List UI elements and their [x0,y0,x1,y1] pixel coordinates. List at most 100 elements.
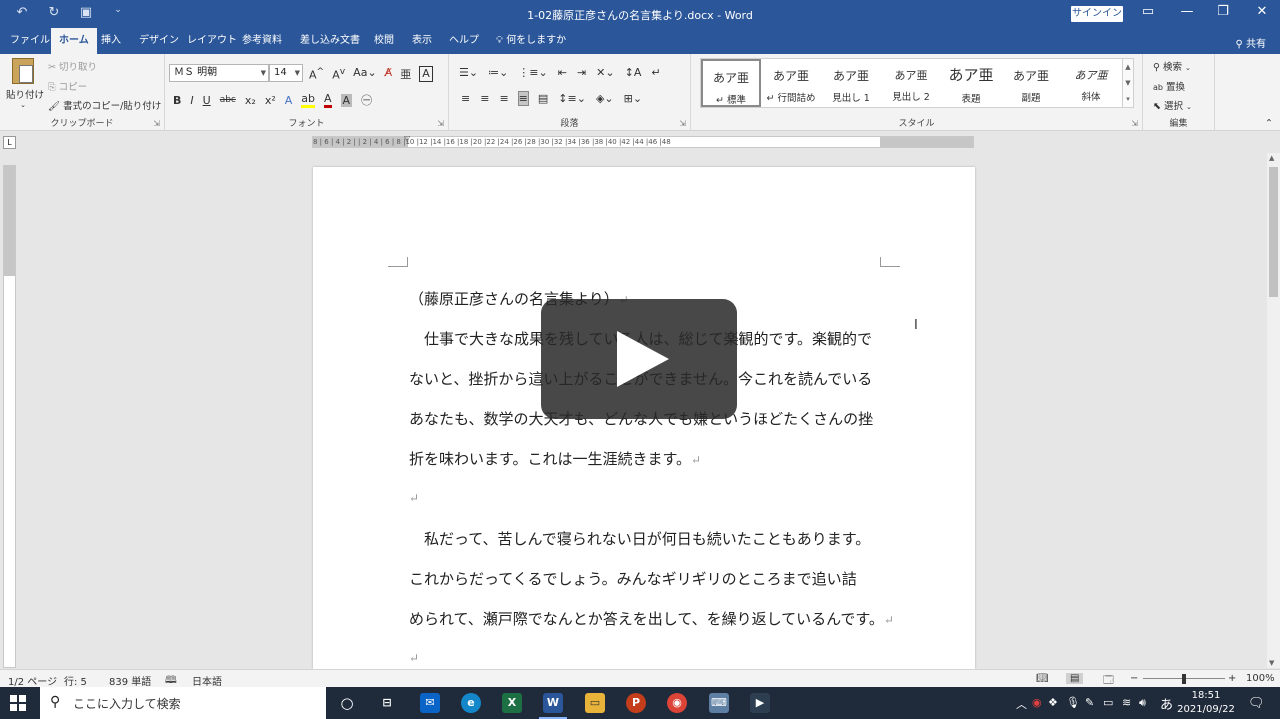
indent-marker-icon[interactable]: ▽ [404,134,410,143]
phonetic-guide-icon[interactable]: 亜 [400,66,411,82]
word-count[interactable]: 839 単語 [109,673,151,688]
taskbar-clock[interactable]: 18:51 2021/09/22 [1176,689,1236,717]
enclose-characters-icon[interactable]: ㊀ [361,92,372,108]
zoom-in-icon[interactable]: + [1228,673,1236,684]
excel-app-icon[interactable]: X [502,693,522,713]
superscript-icon[interactable]: x² [265,94,276,107]
tab-view[interactable]: 表示 [404,28,440,54]
subscript-icon[interactable]: x₂ [245,94,256,107]
tab-file[interactable]: ファイル [2,28,58,54]
tab-help[interactable]: ヘルプ [441,28,487,54]
decrease-indent-icon[interactable]: ⇤ [558,66,567,79]
dropbox-tray-icon[interactable]: ❖ [1048,696,1058,709]
tab-insert[interactable]: 挿入 [93,28,129,54]
scroll-up-icon[interactable]: ▲ [1269,154,1274,162]
multilevel-list-icon[interactable]: ⋮≡⌄ [518,66,547,79]
ime-indicator[interactable]: あ [1160,694,1173,713]
vertical-ruler[interactable] [3,165,16,668]
select-button[interactable]: ⬉ 選択 ⌄ [1153,98,1192,112]
task-view-icon[interactable]: ⊟ [377,693,397,713]
numbering-icon[interactable]: ≔⌄ [488,66,508,79]
file-explorer-icon[interactable]: ▭ [585,693,605,713]
font-name-combo[interactable]: ＭＳ 明朝 ▼ [169,64,269,82]
clipboard-dialog-launcher-icon[interactable]: ⇲ [153,119,160,128]
paragraph-dialog-launcher-icon[interactable]: ⇲ [679,119,686,128]
pen-tray-icon[interactable]: ✎ [1085,696,1094,709]
copy-button[interactable]: ⎘ コピー [48,79,87,93]
align-left-icon[interactable]: ≡ [461,92,470,105]
volume-icon[interactable]: 🔊︎ [1139,696,1146,710]
terminal-app-icon[interactable]: ▶ [750,693,770,713]
sort-icon[interactable]: ↕A [625,66,642,79]
show-hidden-icons-icon[interactable]: ︿ [1016,696,1027,712]
zoom-slider-thumb[interactable] [1182,674,1186,684]
document-line[interactable]: これからだってくるでしょう。みんなギリギリのところまで追い詰 [409,568,857,589]
gallery-more-icon[interactable]: ▾ [1123,91,1133,107]
find-button[interactable]: ⚲ 検索 ⌄ [1153,59,1191,73]
paste-button[interactable]: 貼り付け ⌄ [6,58,44,109]
chevron-up-icon[interactable]: ▲ [1123,59,1133,75]
zoom-out-icon[interactable]: − [1130,673,1138,684]
style-title[interactable]: あア亜 表題 [941,59,1001,107]
notifications-icon[interactable]: 🗨︎ [1248,696,1265,711]
document-line[interactable]: ↵ [409,488,419,506]
scrollbar-thumb[interactable] [1269,167,1278,297]
maximize-button[interactable]: ❐ [1209,4,1237,19]
shading-icon[interactable]: ◈⌄ [596,92,614,105]
tell-me-box[interactable]: 💡︎ 何をしますか [488,28,574,54]
word-app-icon[interactable]: W [539,693,567,719]
ribbon-display-options-icon[interactable]: ▭ [1134,4,1162,19]
style-emphasis[interactable]: あア亜 斜体 [1061,59,1121,107]
borders-icon[interactable]: ⊞⌄ [624,92,642,105]
text-effects-icon[interactable]: A [285,94,293,107]
microphone-tray-icon[interactable]: 🎙︎ [1066,696,1080,709]
vertical-scrollbar[interactable]: ▲ ▼ [1267,153,1280,668]
video-play-button[interactable] [541,299,737,419]
chrome-browser-icon[interactable]: ◉ [667,693,687,713]
distributed-icon[interactable]: ▤ [538,92,548,105]
tab-mailings[interactable]: 差し込み文書 [292,28,368,54]
style-subtitle[interactable]: あア亜 副題 [1001,59,1061,107]
minimize-button[interactable]: — [1173,4,1201,19]
style-heading-2[interactable]: あア亜 見出し 2 [881,59,941,107]
language-indicator[interactable]: 日本語 [192,673,222,688]
grow-font-icon[interactable]: A^ [309,66,324,82]
font-color-icon[interactable]: A [324,92,332,108]
show-marks-icon[interactable]: ↵ [651,66,660,79]
zoom-level[interactable]: 100% [1246,673,1275,684]
scroll-down-icon[interactable]: ▼ [1269,659,1274,667]
tab-selector-icon[interactable]: L [3,136,16,149]
bullets-icon[interactable]: ☰⌄ [459,66,478,79]
collapse-ribbon-icon[interactable]: ⌃ [1265,118,1273,129]
wifi-icon[interactable]: ≋ [1122,696,1131,709]
italic-icon[interactable]: I [190,94,193,107]
styles-dialog-launcher-icon[interactable]: ⇲ [1131,119,1138,128]
tab-review[interactable]: 校閲 [366,28,402,54]
taskbar-search-box[interactable]: ⚲ ここに入力して検索 [40,687,326,719]
bold-icon[interactable]: B [173,94,181,107]
increase-indent-icon[interactable]: ⇥ [577,66,586,79]
signin-button[interactable]: サインイン [1071,6,1123,22]
shrink-font-icon[interactable]: Av [332,66,345,82]
character-shading-icon[interactable]: A [340,93,353,107]
edge-browser-icon[interactable]: e [461,693,481,713]
document-line[interactable]: められて、瀬戸際でなんとか答えを出して、を繰り返しているんです。↵ [409,608,894,629]
style-heading-1[interactable]: あア亜 見出し 1 [821,59,881,107]
replace-button[interactable]: ab 置換 [1153,79,1185,93]
document-line[interactable]: 折を味わいます。これは一生涯続きます。↵ [409,448,701,469]
mail-app-icon[interactable]: ✉ [420,693,440,713]
document-line[interactable]: 私だって、苦しんで寝られない日が何日も続いたこともあります。 [409,528,870,549]
tab-home[interactable]: ホーム [51,28,97,54]
tab-references[interactable]: 参考資料 [234,28,290,54]
document-line[interactable]: ↵ [409,648,419,666]
font-dialog-launcher-icon[interactable]: ⇲ [437,119,444,128]
clear-formatting-icon[interactable]: A̸ [385,66,393,82]
font-size-combo[interactable]: 14 ▼ [269,64,303,82]
page-indicator[interactable]: 1/2 ページ [8,673,57,688]
share-button[interactable]: ⚲ 共有 [1235,35,1266,50]
security-tray-icon[interactable]: ◉ [1032,696,1042,709]
justify-icon[interactable]: ≡ [517,91,529,106]
highlight-icon[interactable]: ab [301,92,315,108]
format-painter-button[interactable]: 🖌︎ 書式のコピー/貼り付け [48,98,161,112]
character-border-icon[interactable]: A [419,66,433,82]
